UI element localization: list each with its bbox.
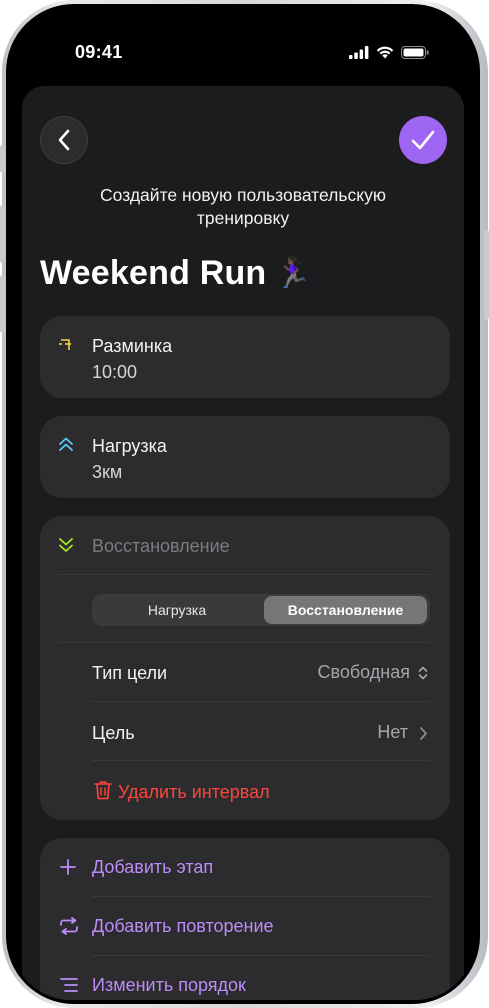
step-value: 10:00: [92, 362, 138, 382]
done-button[interactable]: [399, 116, 447, 164]
add-step-button[interactable]: Добавить этап: [40, 838, 450, 896]
workout-sheet: Создайте новую пользовательскую трениров…: [22, 86, 464, 1000]
workout-title-text: Weekend Run: [40, 254, 267, 292]
add-step-label: Добавить этап: [92, 857, 214, 877]
segment-option-recovery[interactable]: Восстановление: [264, 596, 427, 624]
step-label: Нагрузка: [92, 436, 167, 456]
volume-down-button: [0, 275, 5, 333]
trash-icon: [94, 781, 112, 800]
workout-title[interactable]: Weekend Run 🏃🏿‍♀️: [40, 254, 312, 293]
battery-icon: [401, 46, 429, 59]
chevron-right-icon: [420, 727, 427, 740]
plus-icon: [60, 859, 76, 875]
delete-interval-label: Удалить интервал: [118, 782, 270, 802]
step-type-segmented-control: Нагрузка Восстановление: [92, 594, 430, 626]
goal-type-row[interactable]: Тип цели Свободная: [92, 650, 430, 700]
repeat-icon: [60, 917, 78, 935]
divider: [58, 574, 430, 575]
add-repeat-button[interactable]: Добавить повторение: [40, 897, 450, 955]
back-button[interactable]: [40, 116, 88, 164]
volume-up-button: [0, 205, 5, 263]
goal-value: Нет: [377, 722, 408, 742]
warmup-icon: [59, 339, 71, 350]
power-button: [484, 230, 489, 320]
add-repeat-label: Добавить повторение: [92, 916, 274, 936]
wifi-icon: [376, 46, 394, 59]
page-subtitle: Создайте новую пользовательскую трениров…: [100, 185, 386, 228]
chevron-left-icon: [58, 129, 70, 151]
recovery-label[interactable]: Восстановление: [92, 536, 230, 557]
step-card-recovery: Восстановление Нагрузка Восстановление Т…: [40, 516, 450, 820]
goal-type-value: Свободная: [317, 662, 411, 682]
side-button: [0, 145, 5, 173]
checkmark-icon: [411, 130, 435, 150]
goal-row[interactable]: Цель Нет: [92, 709, 430, 759]
cellular-signal-icon: [349, 46, 369, 59]
step-card-warmup[interactable]: Разминка 10:00: [40, 316, 450, 398]
step-card-work[interactable]: Нагрузка 3км: [40, 416, 450, 498]
reorder-icon: [60, 978, 78, 992]
step-label: Разминка: [92, 336, 173, 356]
segment-option-work[interactable]: Нагрузка: [92, 594, 262, 626]
runner-emoji: 🏃🏿‍♀️: [274, 257, 312, 290]
screen: 09:41 Создайте новую пользовательскую тр…: [11, 10, 475, 1000]
status-time: 09:41: [75, 42, 123, 62]
status-icons: [349, 46, 429, 59]
goal-label: Цель: [92, 723, 135, 743]
actions-card: Добавить этап Добавить повторение Измени…: [40, 838, 450, 1000]
step-value: 3км: [92, 462, 123, 482]
chevron-up-down-icon: [418, 666, 428, 680]
reorder-button[interactable]: Изменить порядок: [40, 956, 450, 1000]
divider: [58, 642, 430, 643]
divider: [92, 760, 430, 761]
divider: [92, 701, 430, 702]
double-chevron-up-icon: [59, 437, 73, 451]
double-chevron-down-icon: [59, 538, 73, 552]
delete-interval-button[interactable]: Удалить интервал: [92, 768, 430, 812]
goal-type-label: Тип цели: [92, 663, 168, 683]
reorder-label: Изменить порядок: [92, 975, 246, 995]
